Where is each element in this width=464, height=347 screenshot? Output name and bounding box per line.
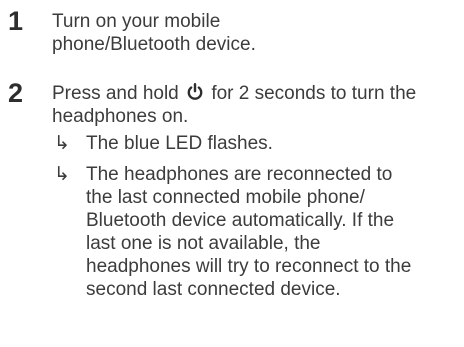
step-2: 2 Press and hold for 2 seconds to turn t…	[0, 78, 464, 301]
result-text: The blue LED flashes.	[86, 133, 273, 154]
result-item: ↳ The blue LED flashes.	[52, 132, 464, 155]
step-1: 1 Turn on your mobile phone/Bluetooth de…	[0, 6, 464, 56]
step-number: 1	[8, 6, 24, 36]
step-number: 2	[8, 78, 24, 108]
result-item: ↳ The headphones are reconnected to the …	[52, 163, 416, 301]
power-icon	[186, 83, 204, 101]
step-text-before-icon: Press and hold	[52, 83, 179, 104]
result-arrow-icon: ↳	[54, 164, 70, 185]
result-text: The headphones are reconnected to the la…	[86, 164, 412, 300]
step-text: Press and hold for 2 seconds to turn the…	[52, 82, 432, 128]
step-text: Turn on your mobile phone/Bluetooth devi…	[52, 11, 256, 55]
result-arrow-icon: ↳	[54, 133, 70, 154]
